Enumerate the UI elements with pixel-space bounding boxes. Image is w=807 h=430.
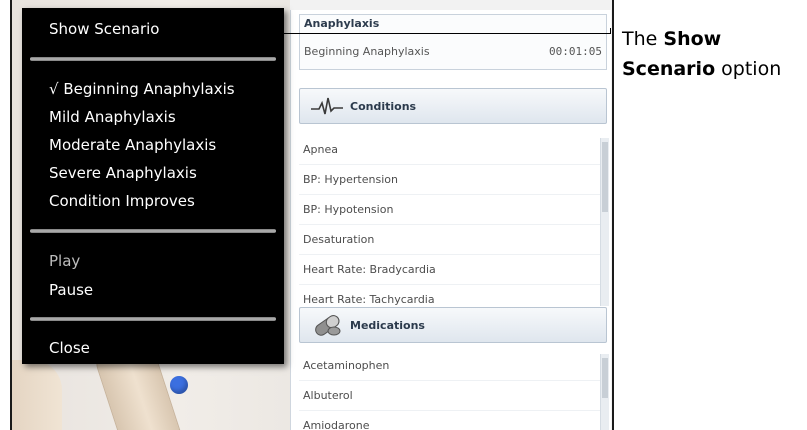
menu-separator	[30, 57, 276, 61]
menu-separator	[30, 317, 276, 321]
menu-item-beginning-anaphylaxis[interactable]: √ Beginning Anaphylaxis	[49, 77, 235, 101]
condition-item[interactable]: Apnea	[299, 135, 605, 165]
condition-item[interactable]: BP: Hypotension	[299, 195, 605, 225]
menu-item-play[interactable]: Play	[49, 249, 80, 273]
menu-item-condition-improves[interactable]: Condition Improves	[49, 189, 195, 213]
conditions-scroll-thumb[interactable]	[602, 142, 608, 212]
conditions-list: Apnea BP: Hypertension BP: Hypotension D…	[299, 135, 605, 315]
menu-separator	[30, 229, 276, 233]
medications-label: Medications	[350, 318, 425, 332]
medication-item[interactable]: Amiodarone	[299, 411, 605, 430]
menu-item-mild-anaphylaxis[interactable]: Mild Anaphylaxis	[49, 105, 176, 129]
medications-scroll-thumb[interactable]	[602, 358, 608, 398]
body-marker-dot[interactable]	[170, 376, 188, 394]
scenario-title: Anaphylaxis	[304, 17, 380, 30]
menu-item-pause[interactable]: Pause	[49, 278, 93, 302]
patient-torso	[12, 360, 62, 430]
menu-item-close[interactable]: Close	[49, 336, 90, 360]
pill-icon	[315, 315, 341, 336]
right-panel: Anaphylaxis Beginning Anaphylaxis 00:01:…	[290, 10, 611, 430]
callout-leader-line	[226, 33, 610, 34]
conditions-header[interactable]: Conditions	[299, 88, 607, 124]
scenario-timer: 00:01:05	[549, 45, 602, 58]
callout-prefix: The	[622, 28, 664, 50]
callout-annotation: The Show Scenario option	[622, 24, 807, 84]
medication-item[interactable]: Acetaminophen	[299, 351, 605, 381]
menu-item-show-scenario[interactable]: Show Scenario	[49, 17, 159, 41]
ecg-waveform-icon	[311, 97, 343, 115]
medications-list: Acetaminophen Albuterol Amiodarone	[299, 351, 605, 430]
medication-item[interactable]: Albuterol	[299, 381, 605, 411]
conditions-label: Conditions	[350, 99, 417, 113]
menu-item-severe-anaphylaxis[interactable]: Severe Anaphylaxis	[49, 161, 197, 185]
medications-scrollbar[interactable]	[600, 354, 609, 430]
scenario-context-menu: Show Scenario √ Beginning Anaphylaxis Mi…	[22, 8, 284, 364]
medications-header[interactable]: Medications	[299, 307, 607, 343]
condition-item[interactable]: Desaturation	[299, 225, 605, 255]
conditions-scrollbar[interactable]	[600, 138, 609, 306]
callout-leader-tick	[610, 28, 611, 34]
scenario-state: Beginning Anaphylaxis	[304, 45, 430, 58]
condition-item[interactable]: Heart Rate: Bradycardia	[299, 255, 605, 285]
menu-item-moderate-anaphylaxis[interactable]: Moderate Anaphylaxis	[49, 133, 216, 157]
condition-item[interactable]: BP: Hypertension	[299, 165, 605, 195]
callout-suffix: option	[715, 58, 782, 80]
scenario-box: Anaphylaxis Beginning Anaphylaxis 00:01:…	[299, 14, 607, 70]
